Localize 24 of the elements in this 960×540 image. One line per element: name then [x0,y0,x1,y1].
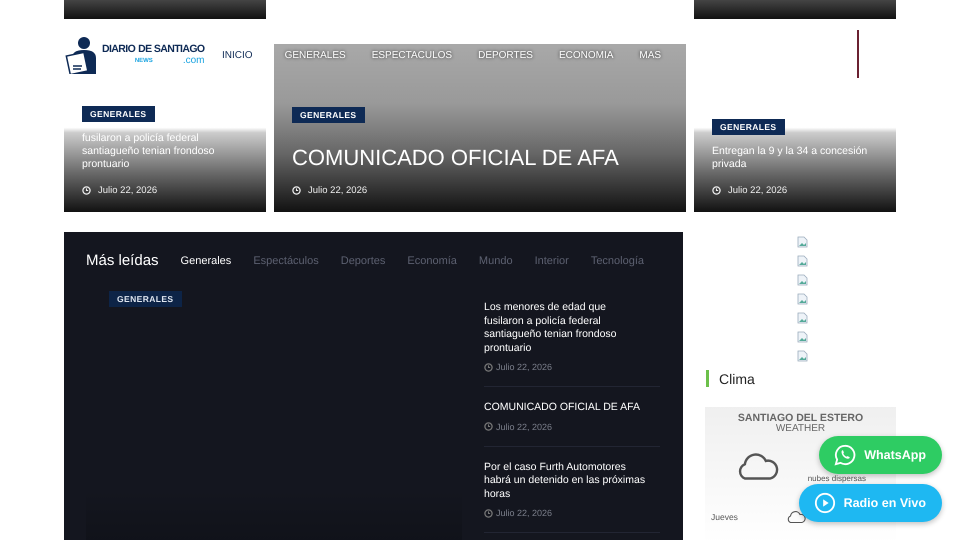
card-title[interactable]: Entregan la 9 y la 34 a concesión privada [712,145,878,171]
section-title: Más leídas [86,252,159,269]
card-date: Julio 22, 2026 [98,185,158,196]
story-date: Julio 22, 2026 [496,362,552,372]
story-date: Julio 22, 2026 [496,422,552,432]
card-date: Julio 22, 2026 [728,185,788,196]
card-date: Julio 22, 2026 [308,185,368,196]
weather-description: nubes dispersas [808,475,866,483]
weather-city: SANTIAGO DEL ESTERO [738,412,864,424]
story-title[interactable]: Los menores de edad que fusilaron a policía federal santiagueño tenian frondoso prontuario [484,301,660,355]
card-title[interactable]: COMUNICADO OFICIAL DE AFA [292,145,668,171]
category-badge[interactable]: GENERALES [82,106,154,122]
story-title[interactable]: COMUNICADO OFICIAL DE AFA [484,401,660,414]
widget-title: Clima [719,370,755,386]
category-tab[interactable]: Generales [180,254,232,266]
story-date: Julio 22, 2026 [496,508,552,518]
forecast-day: Jueves [711,512,738,522]
category-badge[interactable]: GENERALES [712,119,784,135]
story-title[interactable]: Por el caso Furth Automotores habrá un detenido en las próximas horas [484,460,660,501]
category-badge[interactable]: GENERALES [292,107,364,123]
card-title[interactable]: fusilaron a policía federal santiagueño tenian frondoso prontuario [82,132,248,171]
weather-subtitle: WEATHER [776,424,826,434]
category-badge[interactable]: GENERALES [109,291,182,307]
nav-link[interactable]: INICIO [222,50,253,60]
